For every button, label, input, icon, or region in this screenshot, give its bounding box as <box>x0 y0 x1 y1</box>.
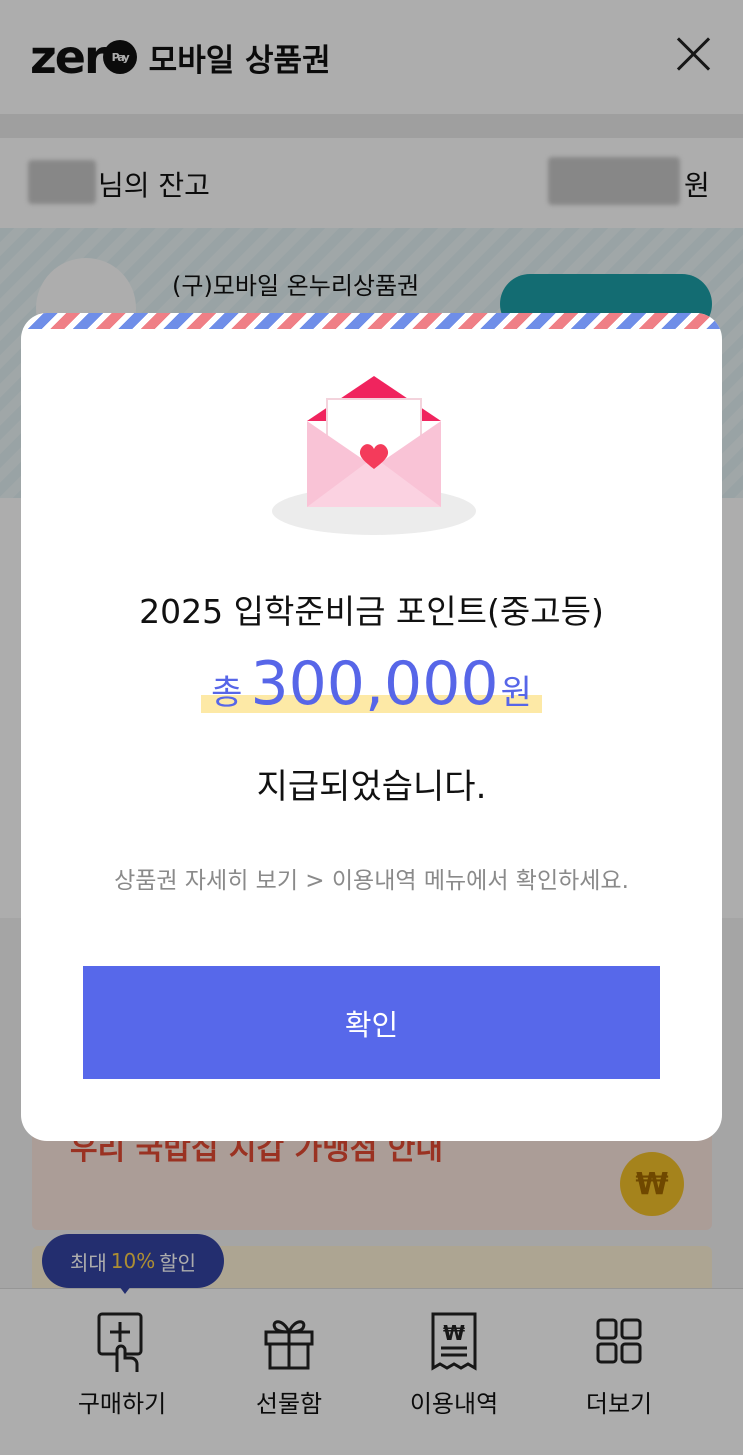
dialog-title: 2025 입학준비금 포인트(중고등) <box>139 592 604 631</box>
dialog-hint: 상품권 자세히 보기 > 이용내역 메뉴에서 확인하세요. <box>114 868 629 894</box>
amount-unit: 원 <box>500 673 532 713</box>
amount-value: 300,000 <box>250 649 499 719</box>
granted-amount: 총 300,000원 <box>21 649 722 719</box>
point-granted-dialog: 2025 입학준비금 포인트(중고등) 총 300,000원 지급되었습니다. 상… <box>21 313 722 1141</box>
dialog-subtitle: 지급되었습니다. <box>256 767 487 807</box>
confirm-button[interactable]: 확인 <box>83 966 660 1079</box>
amount-highlight: 총 300,000원 <box>201 649 542 719</box>
airmail-border <box>21 313 722 329</box>
envelope-heart-icon <box>272 376 476 535</box>
amount-prefix: 총 <box>211 673 243 713</box>
